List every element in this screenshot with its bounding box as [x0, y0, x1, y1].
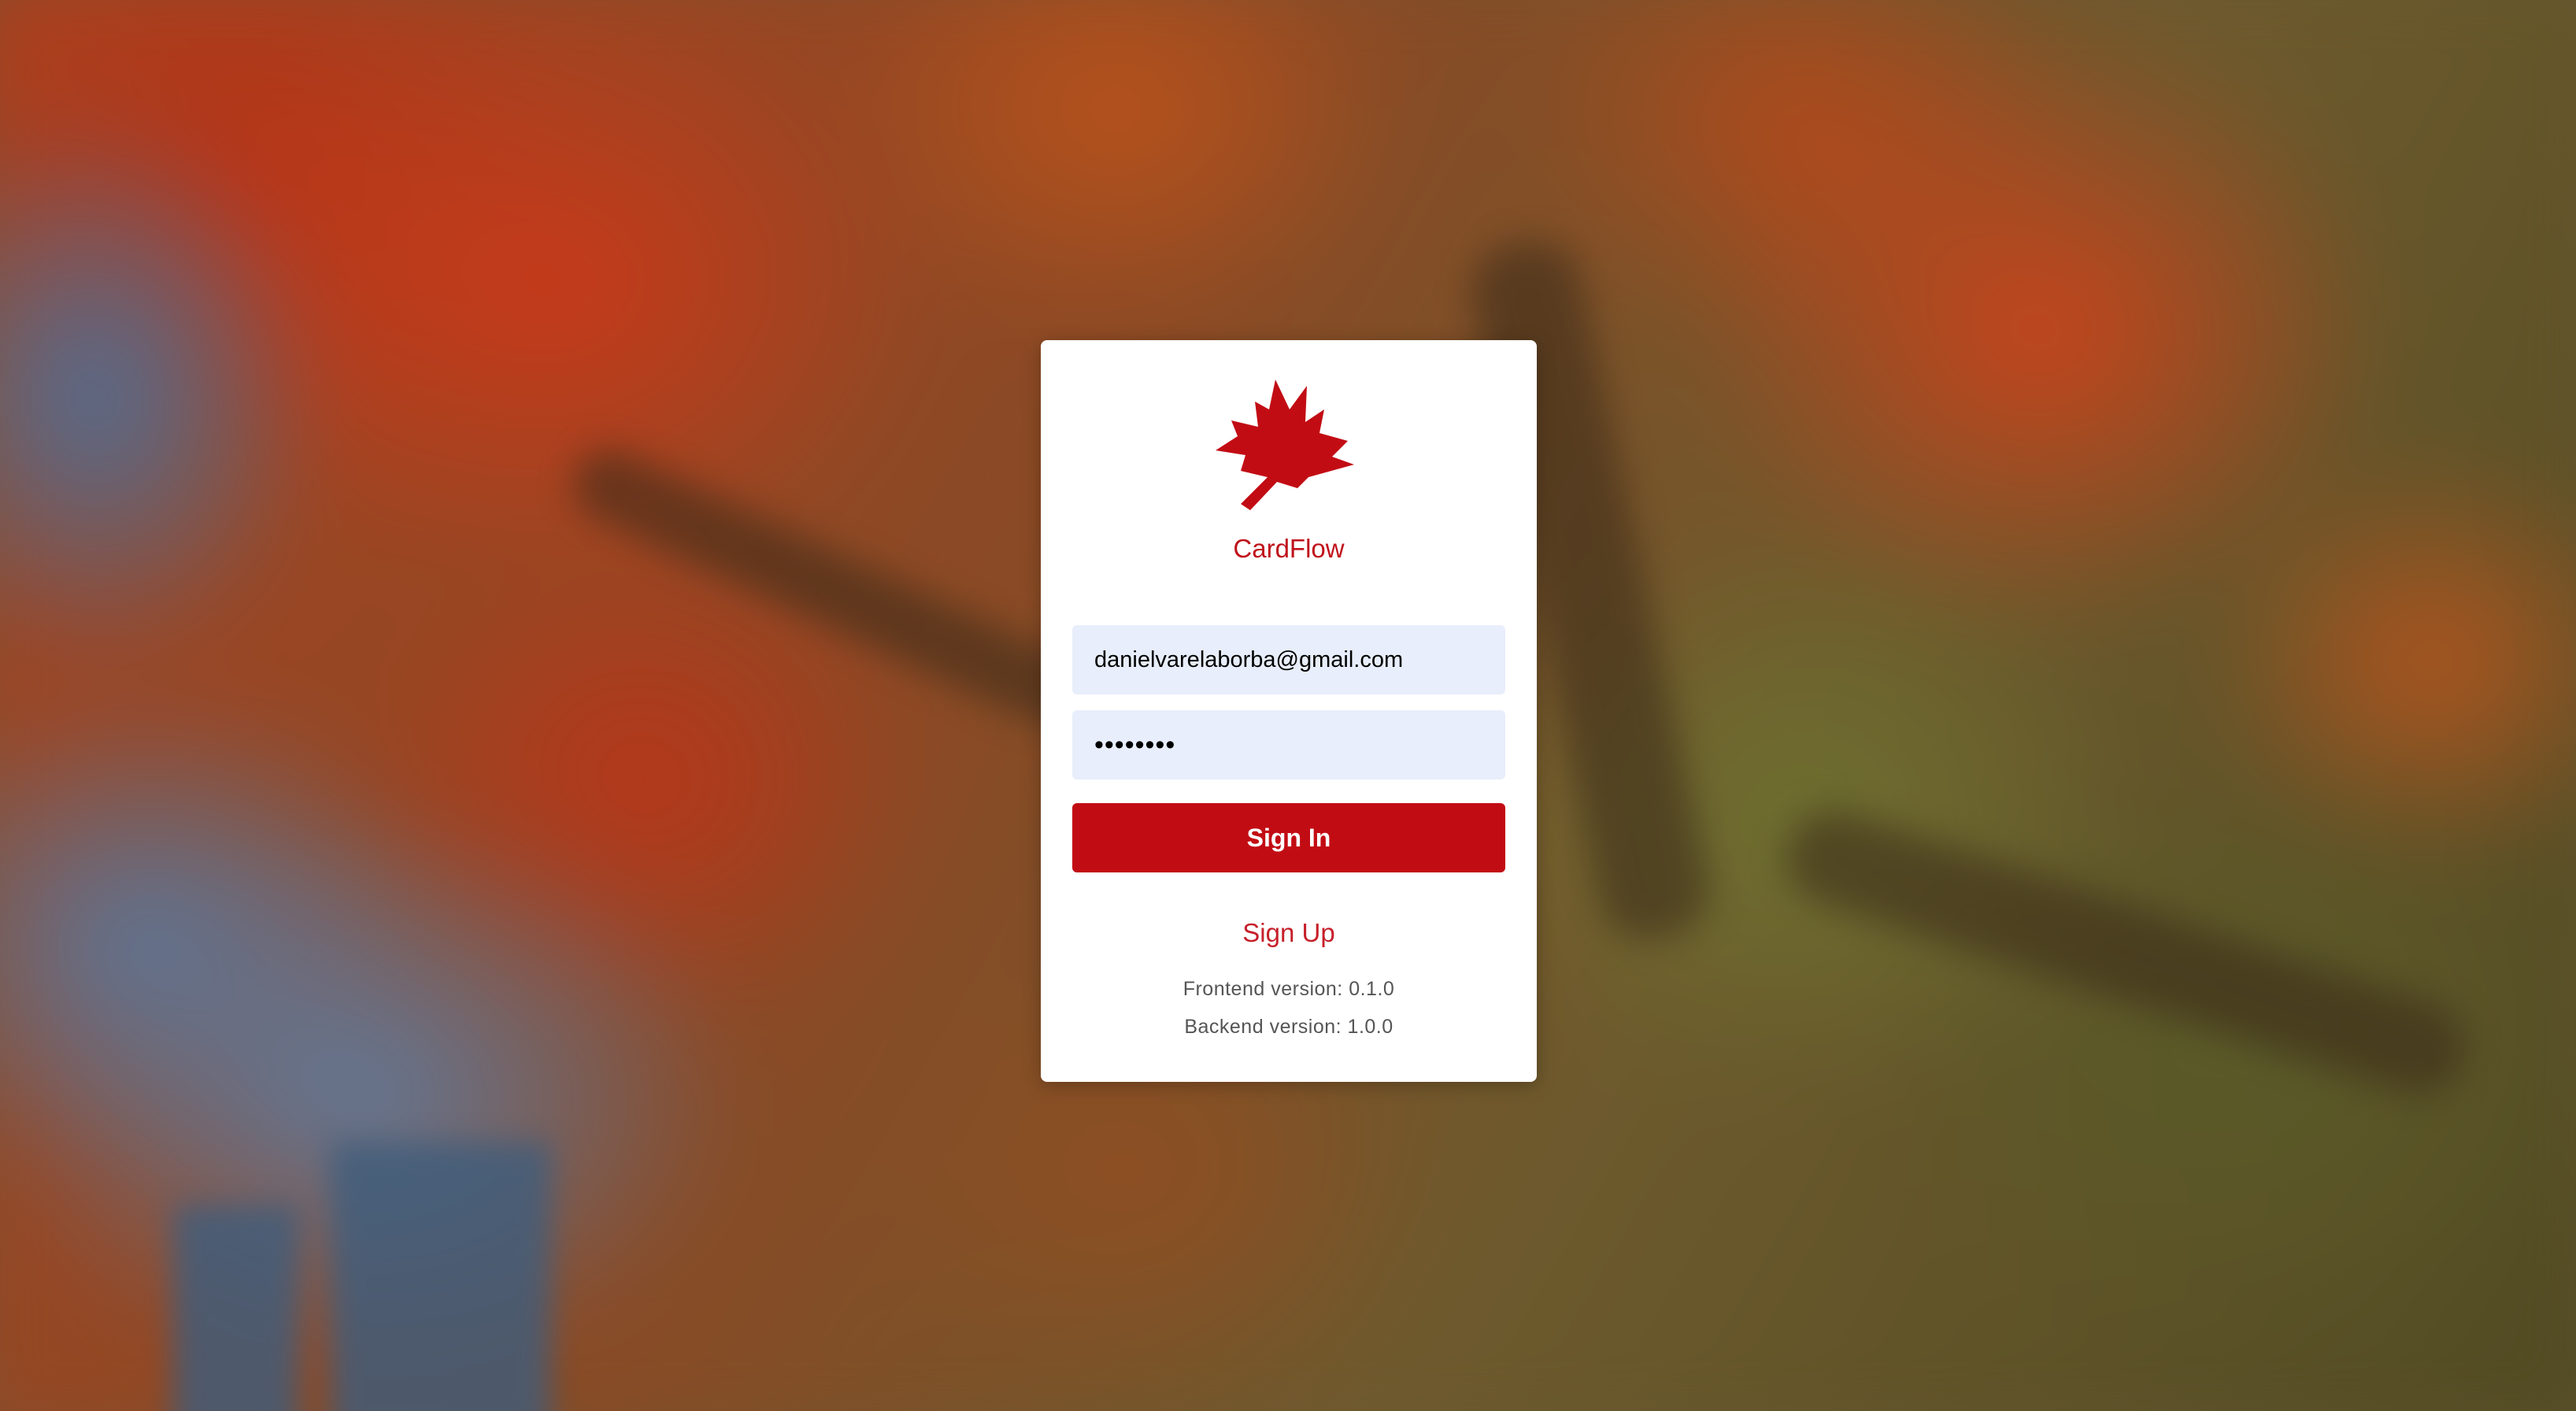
email-field[interactable] — [1072, 625, 1505, 694]
login-card: CardFlow Sign In Sign Up Frontend versio… — [1041, 340, 1537, 1082]
backend-version: Backend version: 1.0.0 — [1184, 1016, 1393, 1038]
password-field[interactable] — [1072, 710, 1505, 780]
sign-in-button[interactable]: Sign In — [1072, 803, 1505, 872]
app-name: CardFlow — [1233, 534, 1345, 563]
frontend-version: Frontend version: 0.1.0 — [1183, 978, 1395, 1000]
maple-leaf-icon — [1214, 378, 1364, 513]
sign-up-link[interactable]: Sign Up — [1041, 918, 1537, 948]
